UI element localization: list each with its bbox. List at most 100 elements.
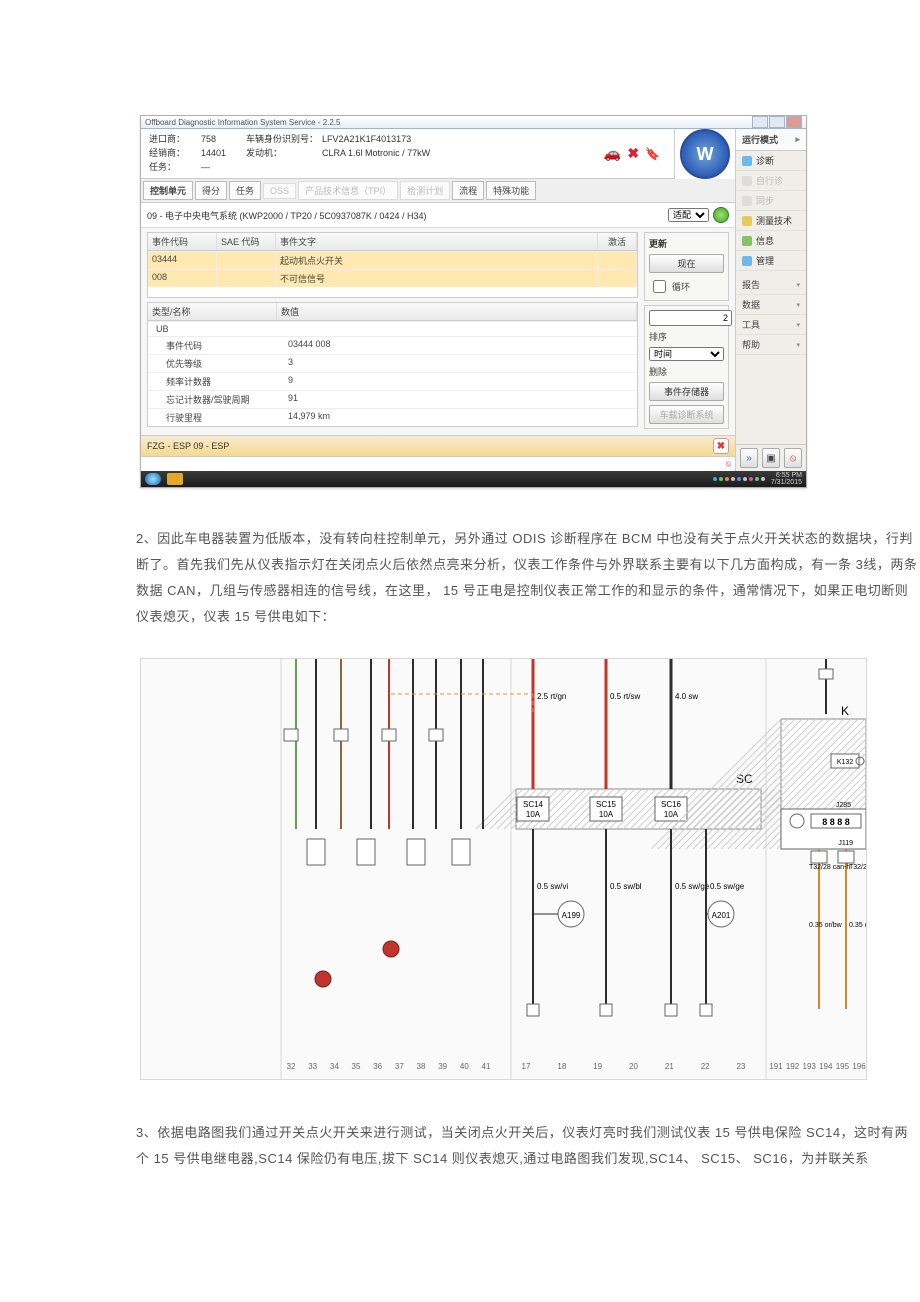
paragraph-2: 2、因此车电器装置为低版本，没有转向柱控制单元，另外通过 ODIS 诊断程序在 … xyxy=(136,526,920,630)
svg-text:192: 192 xyxy=(786,1062,800,1071)
vehicle-header: 进口商：758 经销商：14401 任务：— 车辆身份识别号：LFV2A21K1… xyxy=(141,129,674,179)
svg-text:J285: J285 xyxy=(836,802,851,809)
seq-number-input[interactable] xyxy=(649,310,732,326)
svg-text:4.0 sw: 4.0 sw xyxy=(675,692,698,701)
os-taskbar: 6:55 PM 7/31/2015 xyxy=(141,471,806,487)
svg-text:40: 40 xyxy=(460,1062,469,1071)
svg-text:8 8 8 8: 8 8 8 8 xyxy=(822,817,850,827)
start-button[interactable] xyxy=(145,473,161,485)
svg-text:37: 37 xyxy=(395,1062,404,1071)
nav-stop-icon[interactable]: ⦸ xyxy=(784,448,802,468)
tab-special[interactable]: 特殊功能 xyxy=(486,181,536,200)
svg-text:SC16: SC16 xyxy=(661,800,682,809)
event-table: 事件代码 SAE 代码 事件文字 激活 03444 起动机点火开关 xyxy=(147,232,638,298)
vehicle-diag-button[interactable]: 车载诊断系统 xyxy=(649,405,724,424)
svg-text:SC14: SC14 xyxy=(523,800,544,809)
tray-stop-icon[interactable]: ⦸ xyxy=(726,459,731,469)
nav-next-icon[interactable]: » xyxy=(740,448,758,468)
rail-selfdiag[interactable]: 自行诊 xyxy=(736,171,806,191)
window-titlebar: Offboard Diagnostic Information System S… xyxy=(141,116,806,129)
svg-text:J119: J119 xyxy=(838,840,853,847)
rail-admin[interactable]: 管理 xyxy=(736,251,806,271)
loop-checkbox[interactable]: 循环 xyxy=(649,277,724,296)
tab-score[interactable]: 得分 xyxy=(195,181,227,200)
svg-text:193: 193 xyxy=(803,1062,817,1071)
svg-text:34: 34 xyxy=(330,1062,339,1071)
svg-text:39: 39 xyxy=(438,1062,447,1071)
svg-text:0.35 or/bw: 0.35 or/bw xyxy=(809,922,843,929)
tab-oss[interactable]: OSS xyxy=(263,183,296,199)
svg-text:196: 196 xyxy=(852,1062,866,1071)
svg-text:22: 22 xyxy=(701,1062,710,1071)
status-bar: FZG - ESP 09 - ESP ✖ xyxy=(141,435,735,456)
svg-text:T32/29 can-l: T32/29 can-l xyxy=(849,864,866,871)
svg-text:21: 21 xyxy=(665,1062,674,1071)
taskbar-clock[interactable]: 6:55 PM 7/31/2015 xyxy=(771,472,802,486)
event-row[interactable]: 008 不可信信号 xyxy=(148,269,637,287)
svg-text:K132: K132 xyxy=(837,759,853,766)
svg-text:A201: A201 xyxy=(712,911,731,920)
rail-help[interactable]: 帮助▾ xyxy=(736,335,806,355)
rail-report[interactable]: 报告▾ xyxy=(736,275,806,295)
svg-text:35: 35 xyxy=(352,1062,361,1071)
rail-measure[interactable]: 测量技术 xyxy=(736,211,806,231)
rail-diag[interactable]: 诊断 xyxy=(736,151,806,171)
svg-text:0.5 sw/vi: 0.5 sw/vi xyxy=(537,882,568,891)
tab-control-unit[interactable]: 控制单元 xyxy=(143,181,193,200)
rail-info[interactable]: 信息 xyxy=(736,231,806,251)
order-select[interactable]: 时间 xyxy=(649,347,724,361)
tab-testplan[interactable]: 检测计划 xyxy=(400,181,450,200)
svg-text:SC15: SC15 xyxy=(596,800,617,809)
bottom-tray: ⦸ xyxy=(141,456,735,471)
svg-text:0.5 rt/sw: 0.5 rt/sw xyxy=(610,692,640,701)
brand-logo: W xyxy=(674,129,735,179)
svg-text:33: 33 xyxy=(308,1062,317,1071)
action-side-column: 更新 现在 循环 排序 时间 删除 事件存储器 车载诊断系统 xyxy=(644,232,729,429)
svg-text:18: 18 xyxy=(557,1062,566,1071)
wiring-diagram: SCSC1410ASC1510ASC1610AKK1328 8 8 8J285J… xyxy=(140,658,867,1080)
odis-screenshot: Offboard Diagnostic Information System S… xyxy=(140,115,807,488)
svg-text:32: 32 xyxy=(287,1062,296,1071)
event-store-button[interactable]: 事件存储器 xyxy=(649,382,724,401)
taskbar-app-icon[interactable] xyxy=(167,473,183,485)
car-icon[interactable]: 🚗 xyxy=(604,145,621,162)
window-title: Offboard Diagnostic Information System S… xyxy=(145,118,341,127)
tab-flow[interactable]: 流程 xyxy=(452,181,484,200)
svg-text:0.5 sw/ge: 0.5 sw/ge xyxy=(675,882,710,891)
svg-text:10A: 10A xyxy=(526,810,541,819)
svg-text:10A: 10A xyxy=(664,810,679,819)
window-controls[interactable] xyxy=(752,116,802,128)
svg-text:19: 19 xyxy=(593,1062,602,1071)
rail-sync[interactable]: 同步 xyxy=(736,191,806,211)
svg-text:23: 23 xyxy=(737,1062,746,1071)
nav-maximize-icon[interactable]: ▣ xyxy=(762,448,780,468)
module-action-select[interactable]: 适配 xyxy=(668,208,709,222)
svg-text:0.5 sw/bl: 0.5 sw/bl xyxy=(610,882,642,891)
rail-data[interactable]: 数据▾ xyxy=(736,295,806,315)
svg-text:2.5 rt/gn: 2.5 rt/gn xyxy=(537,692,566,701)
svg-text:38: 38 xyxy=(417,1062,426,1071)
close-job-icon[interactable]: ✖ xyxy=(627,145,639,162)
svg-text:195: 195 xyxy=(836,1062,850,1071)
now-button[interactable]: 现在 xyxy=(649,254,724,273)
go-button[interactable] xyxy=(713,207,729,223)
event-row[interactable]: 03444 起动机点火开关 xyxy=(148,251,637,269)
status-close-icon[interactable]: ✖ xyxy=(713,438,729,454)
svg-text:191: 191 xyxy=(769,1062,783,1071)
paragraph-3: 3、依据电路图我们通过开关点火开关来进行测试，当关闭点火开关后，仪表灯亮时我们测… xyxy=(136,1120,920,1172)
svg-text:T32/28 can-h: T32/28 can-h xyxy=(809,864,850,871)
tag-icon[interactable]: 🔖 xyxy=(645,147,660,161)
svg-text:36: 36 xyxy=(373,1062,382,1071)
module-title: 09 - 电子中央电气系统 (KWP2000 / TP20 / 5C093708… xyxy=(147,209,664,222)
main-tabbar[interactable]: 控制单元 得分 任务 OSS 产品技术信息（TPI） 检测计划 流程 特殊功能 xyxy=(141,179,735,203)
svg-text:K: K xyxy=(841,704,849,718)
tab-task[interactable]: 任务 xyxy=(229,181,261,200)
svg-text:0.5 sw/ge: 0.5 sw/ge xyxy=(710,882,745,891)
svg-text:194: 194 xyxy=(819,1062,833,1071)
svg-text:0.35 or/bw: 0.35 or/bw xyxy=(849,922,866,929)
svg-text:20: 20 xyxy=(629,1062,638,1071)
module-select-row: 09 - 电子中央电气系统 (KWP2000 / TP20 / 5C093708… xyxy=(141,203,735,228)
svg-text:41: 41 xyxy=(482,1062,491,1071)
tab-tpi[interactable]: 产品技术信息（TPI） xyxy=(298,181,398,200)
rail-tools[interactable]: 工具▾ xyxy=(736,315,806,335)
